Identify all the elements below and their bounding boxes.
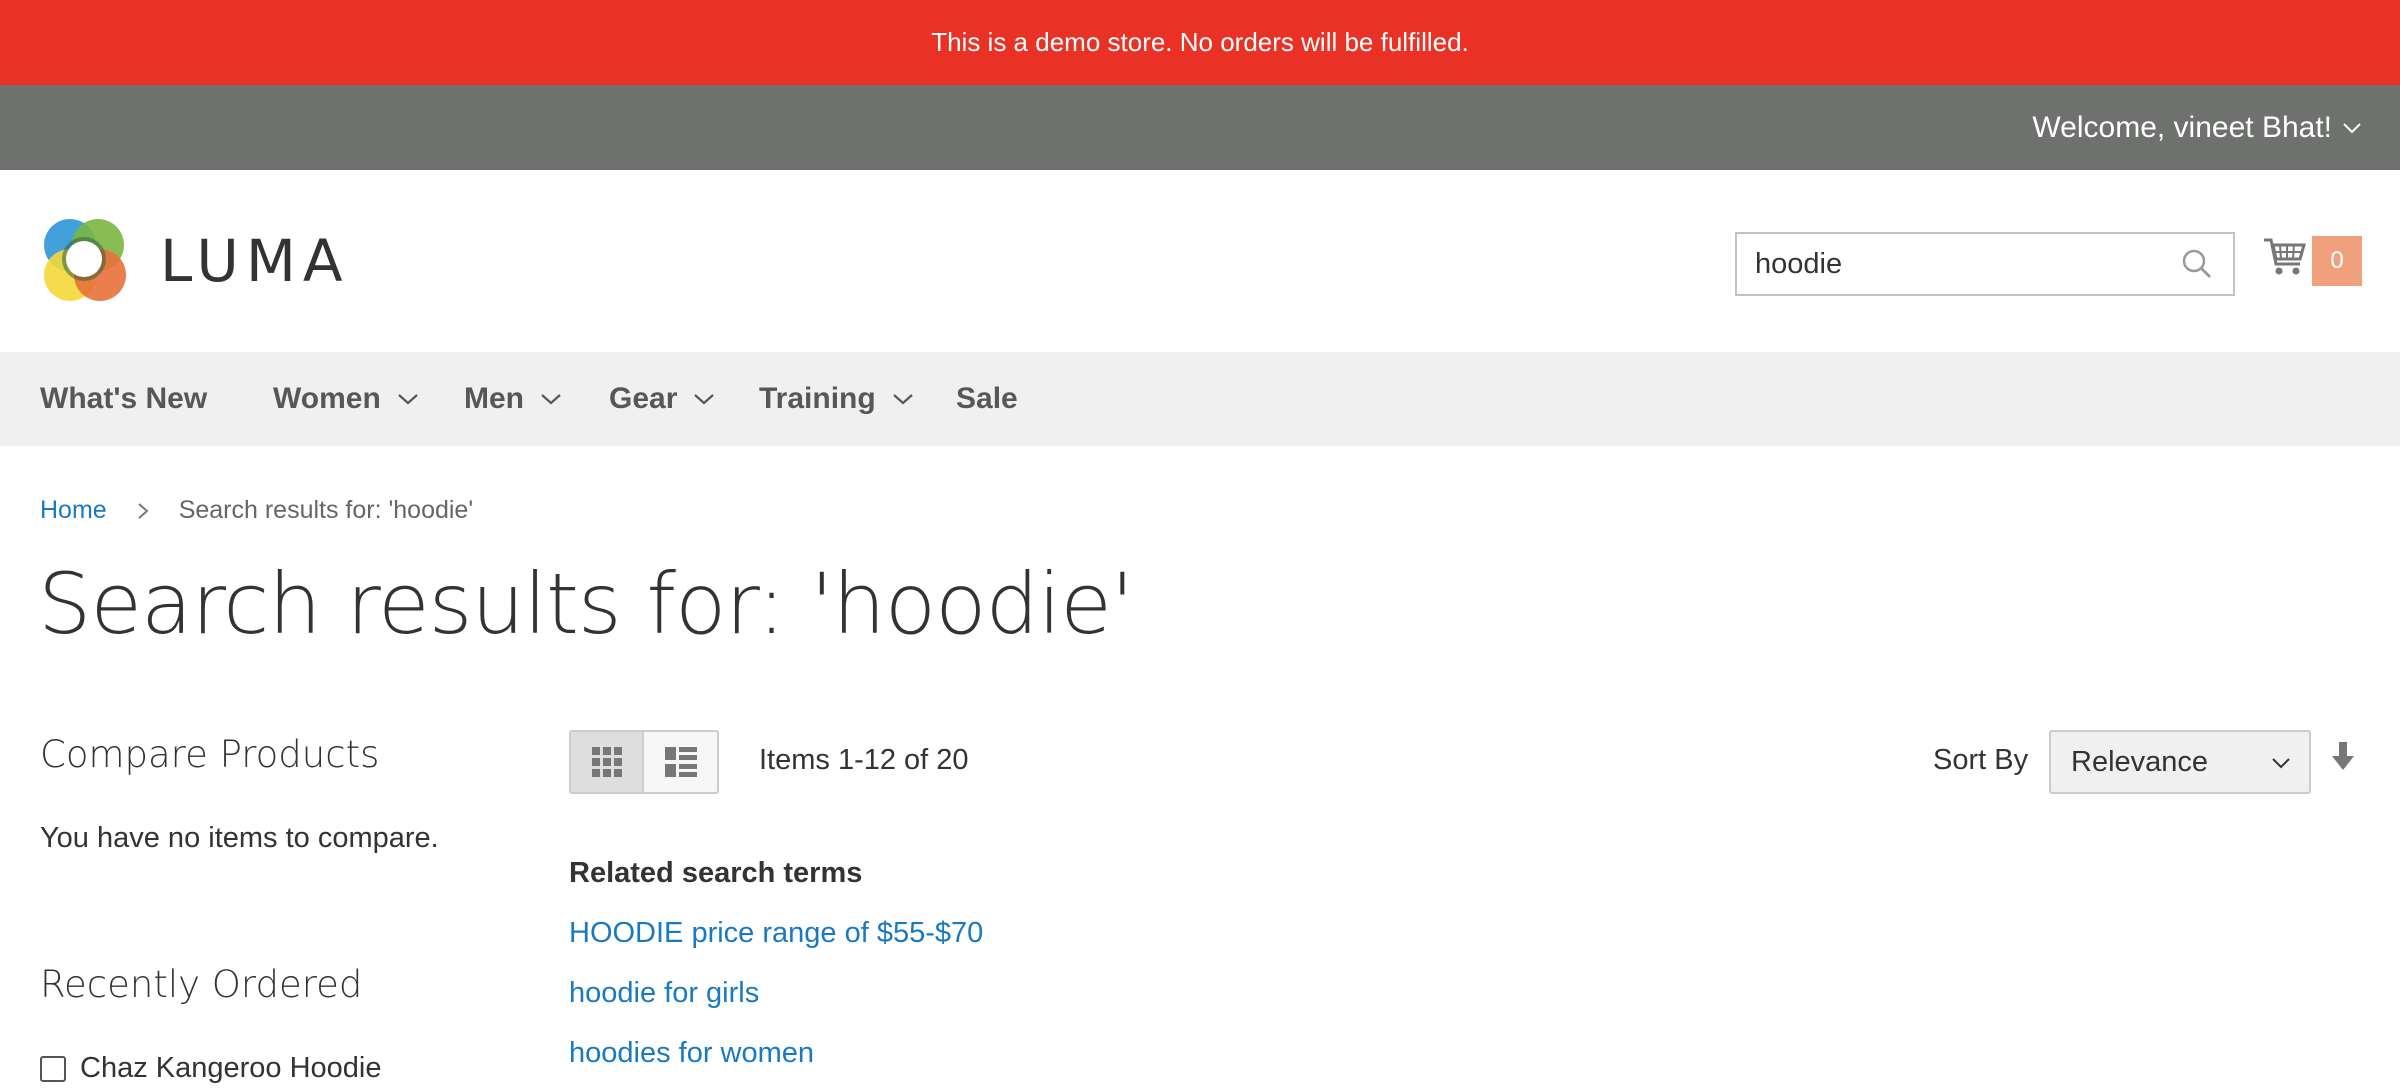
search-box — [1735, 232, 2235, 296]
customer-welcome-menu[interactable]: Welcome, vineet Bhat! — [2032, 85, 2362, 170]
recently-ordered-item-name[interactable]: Chaz Kangeroo Hoodie — [80, 1052, 381, 1085]
chevron-down-icon — [2272, 758, 2290, 769]
recently-ordered-checkbox[interactable] — [40, 1055, 66, 1082]
nav-item-gear[interactable]: Gear — [609, 352, 715, 446]
chevron-down-icon — [2343, 122, 2361, 133]
sort-by-value: Relevance — [2071, 745, 2209, 778]
chevron-right-icon — [137, 502, 149, 520]
logo[interactable]: LUMA — [40, 215, 350, 307]
breadcrumb: Home Search results for: 'hoodie' — [40, 496, 473, 525]
page-title: Search results for: 'hoodie' — [38, 555, 1134, 653]
sort-direction-arrow-down-icon[interactable] — [2330, 742, 2356, 777]
nav-item-label: Sale — [956, 382, 1018, 415]
compare-empty-message: You have no items to compare. — [40, 822, 439, 854]
related-search-term-link[interactable]: hoodies for women — [569, 1037, 814, 1070]
site-header: LUMA 0 — [0, 170, 2400, 352]
welcome-bar: Welcome, vineet Bhat! — [0, 85, 2400, 170]
recently-ordered-title: Recently Ordered — [40, 963, 363, 1006]
nav-item-label: Men — [464, 382, 524, 415]
nav-item-sale[interactable]: Sale — [956, 352, 1018, 446]
search-input[interactable] — [1737, 234, 2167, 294]
demo-store-notice: This is a demo store. No orders will be … — [0, 0, 2400, 85]
toolbar-items-count: Items 1-12 of 20 — [759, 744, 969, 776]
related-search-terms-title: Related search terms — [569, 857, 863, 889]
demo-notice-text: This is a demo store. No orders will be … — [931, 27, 1469, 57]
welcome-text: Welcome, vineet Bhat! — [2032, 110, 2332, 144]
nav-item-label: Gear — [609, 382, 678, 415]
nav-item-label: What's New — [40, 382, 208, 415]
cart-counter-badge[interactable]: 0 — [2312, 236, 2362, 286]
nav-item-training[interactable]: Training — [759, 352, 914, 446]
main-navigation: What's New Women Men Gear Training Sale — [0, 352, 2400, 446]
luma-logo-icon — [44, 219, 126, 301]
grid-view-icon[interactable] — [571, 732, 645, 792]
chevron-down-icon — [892, 394, 913, 405]
sort-by-label: Sort By — [1933, 744, 2029, 776]
breadcrumb-current: Search results for: 'hoodie' — [178, 496, 474, 524]
compare-products-title: Compare Products — [40, 733, 380, 776]
chevron-down-icon — [398, 394, 418, 405]
sort-by-select[interactable]: Relevance — [2049, 730, 2311, 794]
nav-item-label: Women — [273, 382, 381, 415]
cart-icon[interactable] — [2262, 234, 2306, 283]
related-search-term-link[interactable]: HOODIE price range of $55-$70 — [569, 917, 983, 950]
nav-item-whats-new[interactable]: What's New — [40, 352, 207, 446]
breadcrumb-home-link[interactable]: Home — [40, 496, 107, 525]
search-icon[interactable] — [2181, 248, 2213, 285]
chevron-down-icon — [694, 394, 715, 405]
logo-text: LUMA — [160, 227, 350, 295]
chevron-down-icon — [541, 394, 561, 405]
nav-item-men[interactable]: Men — [464, 352, 562, 446]
related-search-term-link[interactable]: hoodie for girls — [569, 977, 759, 1010]
list-view-icon[interactable] — [644, 732, 717, 792]
view-mode-switcher — [569, 730, 719, 794]
nav-item-women[interactable]: Women — [273, 352, 419, 446]
recently-ordered-item: Chaz Kangeroo Hoodie — [40, 1052, 381, 1085]
nav-item-label: Training — [759, 382, 876, 415]
